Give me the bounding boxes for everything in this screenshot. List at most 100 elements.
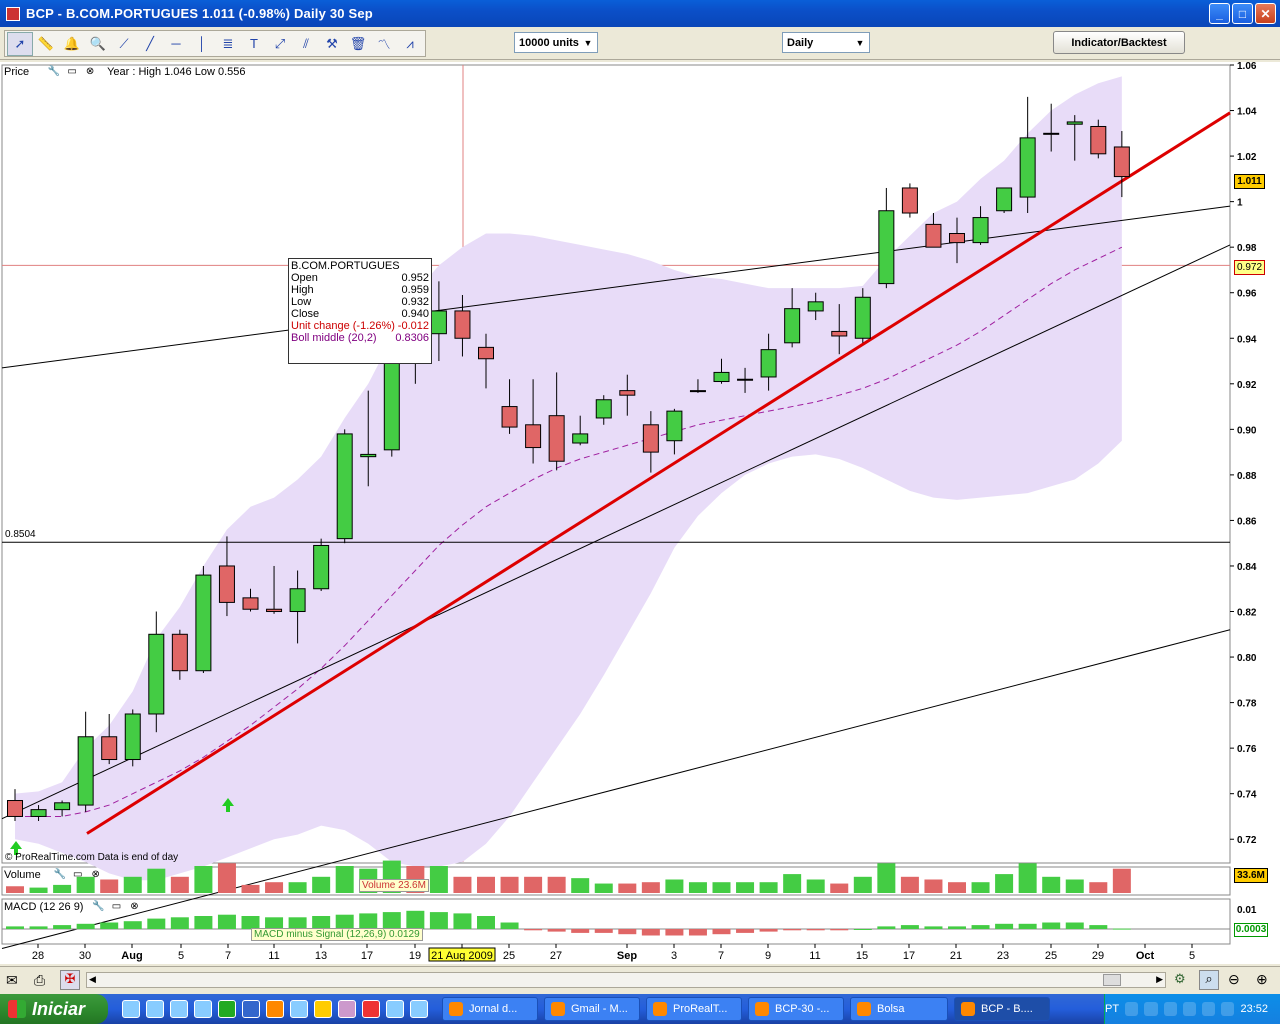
date-label: 3 bbox=[671, 950, 677, 962]
desktop-icon[interactable] bbox=[122, 1000, 140, 1018]
y-tick-label: 0.98 bbox=[1237, 243, 1257, 254]
start-button[interactable]: Iniciar bbox=[0, 994, 108, 1024]
candle-body bbox=[760, 349, 777, 378]
tooltip-row-value: -0.012 bbox=[397, 320, 429, 332]
candle-body bbox=[289, 588, 306, 613]
alert-bell-icon[interactable]: 🔔 bbox=[59, 32, 85, 56]
candle-body bbox=[148, 633, 165, 715]
word-icon[interactable] bbox=[242, 1000, 260, 1018]
macd-axis-top: 0.01 bbox=[1237, 905, 1257, 916]
tray-icon[interactable] bbox=[1221, 1002, 1235, 1016]
tooltip-row-label: Boll middle (20,2) bbox=[291, 332, 377, 344]
taskbar-item[interactable]: ProRealT... bbox=[646, 997, 742, 1021]
tray-icon[interactable] bbox=[1182, 1002, 1196, 1016]
volume-bar bbox=[1042, 876, 1061, 893]
language-indicator[interactable]: PT bbox=[1105, 1003, 1119, 1015]
y-tick-label: 0.84 bbox=[1237, 562, 1257, 573]
fibonacci-icon[interactable]: ≣ bbox=[215, 32, 241, 56]
close-panel-icon[interactable]: ⊗ bbox=[83, 66, 97, 78]
volume-bar bbox=[288, 882, 307, 893]
tray-icon[interactable] bbox=[1144, 1002, 1158, 1016]
volume-bar bbox=[594, 883, 613, 893]
date-label: Aug bbox=[121, 950, 142, 962]
close-panel-icon[interactable]: ⊗ bbox=[89, 869, 103, 881]
zoom-in-icon[interactable]: ⊕ bbox=[1256, 971, 1268, 988]
pattern-icon[interactable]: ⩘ bbox=[397, 32, 423, 56]
wrench-icon[interactable]: 🔧 bbox=[91, 901, 105, 913]
zoom-out-icon[interactable]: ⊖ bbox=[1228, 971, 1240, 988]
volume-bar bbox=[877, 863, 896, 893]
maximize-button[interactable]: □ bbox=[1232, 3, 1253, 24]
horizontal-line-icon[interactable]: ─ bbox=[163, 32, 189, 56]
scroll-right-icon[interactable]: ▶ bbox=[1156, 974, 1163, 985]
wrench-icon[interactable]: 🔧 bbox=[47, 66, 61, 78]
firefox-icon[interactable] bbox=[266, 1000, 284, 1018]
pointer-icon[interactable]: ➚ bbox=[7, 31, 33, 56]
taskbar-item[interactable]: BCP - B.... bbox=[954, 997, 1050, 1021]
taskbar-item[interactable]: BCP-30 -... bbox=[748, 997, 844, 1021]
window-icon[interactable]: ▭ bbox=[71, 869, 85, 881]
macd-bar bbox=[736, 929, 755, 933]
volume-bar bbox=[900, 876, 919, 893]
volume-bar bbox=[217, 863, 236, 893]
excel-icon[interactable] bbox=[218, 1000, 236, 1018]
date-label: 5 bbox=[1189, 950, 1195, 962]
settings-icon[interactable]: ⚒ bbox=[319, 32, 345, 56]
ie-icon[interactable] bbox=[170, 1000, 188, 1018]
taskbar-item[interactable]: Bolsa bbox=[850, 997, 948, 1021]
line-icon[interactable]: ╱ bbox=[137, 32, 163, 56]
chart-area[interactable]: 0.72 0.74 0.76 0.78 0.80 0.82 0.84 0.86 0.88 0.90… bbox=[0, 62, 1280, 964]
minimize-button[interactable]: _ bbox=[1209, 3, 1230, 24]
close-button[interactable]: ✕ bbox=[1255, 3, 1276, 24]
browser-icon[interactable] bbox=[146, 1000, 164, 1018]
trash-icon[interactable]: 🗑 bbox=[345, 32, 371, 56]
volume-bar bbox=[147, 868, 166, 893]
tray-icon[interactable] bbox=[1163, 1002, 1177, 1016]
window-icon[interactable]: ▭ bbox=[109, 901, 123, 913]
channel-icon[interactable]: ⫽ bbox=[293, 32, 319, 56]
vertical-line-icon[interactable]: │ bbox=[189, 32, 215, 56]
tooltip-row-value: 0.8306 bbox=[395, 332, 429, 344]
indicator-backtest-button[interactable]: Indicator/Backtest bbox=[1053, 31, 1185, 54]
tool-icon[interactable] bbox=[410, 1000, 428, 1018]
crosshair-icon[interactable]: ✠ bbox=[60, 970, 80, 990]
price-chart[interactable]: 0.72 0.74 0.76 0.78 0.80 0.82 0.84 0.86 0.88 0.90… bbox=[0, 62, 1280, 964]
candle-body bbox=[77, 736, 94, 806]
scroll-thumb[interactable] bbox=[1103, 974, 1121, 986]
horizontal-scrollbar[interactable]: ◀ ▶ bbox=[86, 972, 1166, 988]
zoom-fit-icon[interactable]: ⌕ bbox=[1199, 970, 1219, 990]
candle-body bbox=[784, 308, 801, 344]
window-icon[interactable]: ▭ bbox=[65, 66, 79, 78]
zoom-icon[interactable]: 🔍 bbox=[85, 32, 111, 56]
ruler-icon[interactable]: 📏 bbox=[33, 32, 59, 56]
text-icon[interactable]: T bbox=[241, 32, 267, 56]
candle-body bbox=[572, 433, 589, 444]
mail-icon[interactable]: ✉ bbox=[6, 972, 18, 989]
app-icon[interactable] bbox=[290, 1000, 308, 1018]
tray-icon[interactable] bbox=[1202, 1002, 1216, 1016]
volume-bar bbox=[547, 876, 566, 893]
print-icon[interactable]: ⎙ bbox=[34, 972, 45, 989]
scroll-left-icon[interactable]: ◀ bbox=[89, 974, 96, 985]
pencil-icon[interactable] bbox=[314, 1000, 332, 1018]
period-select[interactable]: Daily ▼ bbox=[782, 32, 870, 53]
taskbar-item[interactable]: Jornal d... bbox=[442, 997, 538, 1021]
wrench-icon[interactable]: 🔧 bbox=[53, 869, 67, 881]
close-panel-icon[interactable]: ⊗ bbox=[127, 901, 141, 913]
volume-bar bbox=[265, 882, 284, 893]
media-icon[interactable] bbox=[194, 1000, 212, 1018]
taskbar-item[interactable]: Gmail - M... bbox=[544, 997, 640, 1021]
arrows-icon[interactable]: ⤢ bbox=[267, 32, 293, 56]
candle-body bbox=[1113, 146, 1130, 178]
explorer-icon[interactable] bbox=[338, 1000, 356, 1018]
units-select[interactable]: 10000 units ▼ bbox=[514, 32, 598, 53]
chart-icon[interactable] bbox=[386, 1000, 404, 1018]
indicator-icon[interactable]: 〽 bbox=[371, 32, 397, 56]
opera-icon[interactable] bbox=[362, 1000, 380, 1018]
chart-options-icon[interactable]: ⚙ bbox=[1174, 971, 1186, 987]
candle-body bbox=[54, 802, 71, 811]
tray-icon[interactable] bbox=[1125, 1002, 1139, 1016]
volume-bar bbox=[241, 884, 260, 893]
segment-icon[interactable]: ⟋ bbox=[111, 32, 137, 56]
volume-bar bbox=[453, 876, 472, 893]
